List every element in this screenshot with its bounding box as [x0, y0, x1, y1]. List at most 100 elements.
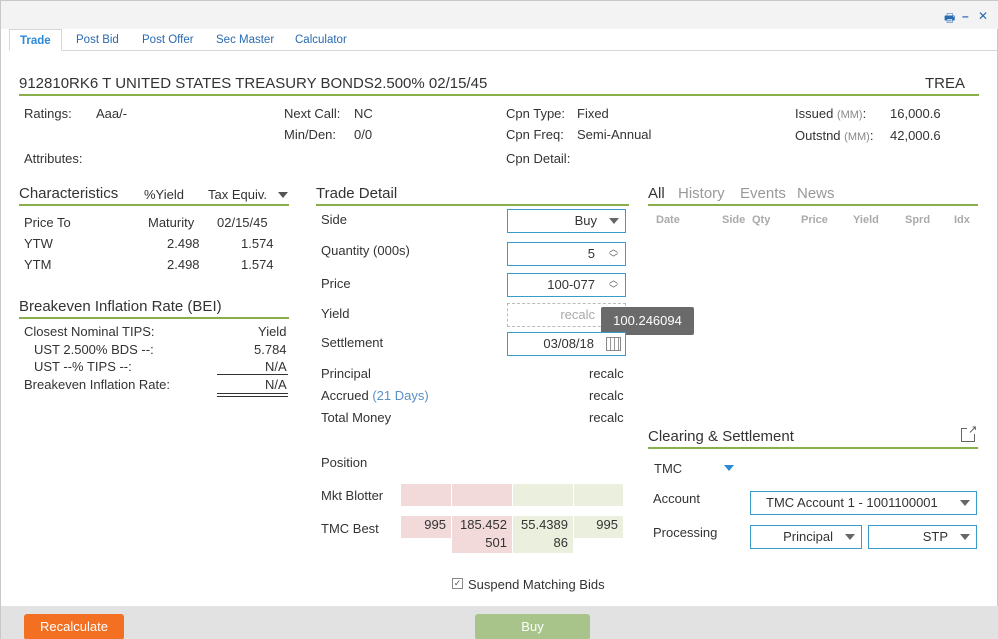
- cpn-type-label: Cpn Type:: [506, 106, 566, 121]
- side-select[interactable]: Buy: [507, 209, 626, 233]
- ratings-label: Ratings:: [24, 106, 72, 121]
- col-date[interactable]: Date: [656, 214, 680, 226]
- ytw-yield: 2.498: [167, 236, 200, 251]
- clearing-underline: [648, 447, 978, 449]
- tab-post-bid[interactable]: Post Bid: [66, 29, 129, 51]
- ytm-label: YTM: [24, 257, 52, 272]
- clearing-firm[interactable]: TMC: [654, 461, 682, 476]
- tmc-best-bid-price-l2: 501: [485, 535, 507, 550]
- blotter-ask-size[interactable]: [574, 484, 623, 506]
- min-den-label: Min/Den:: [284, 127, 337, 142]
- chevron-down-icon[interactable]: [724, 465, 734, 471]
- col-side[interactable]: Side: [722, 214, 745, 226]
- tmc-best-bid-size[interactable]: 995: [401, 516, 451, 538]
- account-select[interactable]: TMC Account 1 - 1001100001: [750, 491, 977, 515]
- blotter-bid-size[interactable]: [401, 484, 451, 506]
- processing-select-2[interactable]: STP: [868, 525, 977, 549]
- position-label: Position: [321, 455, 368, 470]
- chevron-down-icon: [609, 218, 619, 224]
- next-call-value: NC: [354, 106, 373, 121]
- tab-bar: Trade Post Bid Post Offer Sec Master Cal…: [9, 29, 997, 51]
- settlement-label: Settlement: [321, 335, 384, 350]
- history-tab-events[interactable]: Events: [740, 185, 786, 202]
- price-label: Price: [321, 276, 351, 291]
- chevron-down-icon: [845, 534, 855, 540]
- bei-underline: [19, 317, 289, 319]
- cpn-freq-value: Semi-Annual: [577, 127, 652, 142]
- recalculate-button[interactable]: Recalculate: [24, 614, 124, 639]
- history-tab-news[interactable]: News: [797, 185, 835, 202]
- buy-button[interactable]: Buy: [475, 614, 590, 639]
- security-type: TREA: [924, 75, 965, 92]
- characteristics-title: Characteristics: [19, 185, 119, 202]
- attributes-label: Attributes:: [24, 151, 83, 166]
- col-price[interactable]: Price: [801, 214, 828, 226]
- yield-placeholder: recalc: [560, 307, 595, 322]
- tmc-best-bid-price[interactable]: 185.452 501: [452, 516, 512, 553]
- processing-value-1: Principal: [783, 529, 833, 544]
- print-icon[interactable]: 🖶: [944, 9, 955, 30]
- price-input[interactable]: 100-077 ︿ ﹀: [507, 273, 626, 297]
- tab-post-offer[interactable]: Post Offer: [132, 29, 204, 51]
- tab-calculator[interactable]: Calculator: [285, 29, 357, 51]
- history-tab-all[interactable]: All: [648, 185, 665, 202]
- blotter-ask-price[interactable]: [513, 484, 573, 506]
- bei-title: Breakeven Inflation Rate (BEI): [19, 298, 222, 315]
- tmc-best-ask-price[interactable]: 55.4389 86: [513, 516, 573, 553]
- calendar-icon[interactable]: [606, 337, 621, 351]
- outstnd-colon: :: [869, 128, 874, 143]
- ytm-tax: 1.574: [241, 257, 274, 272]
- suspend-checkbox[interactable]: ✓: [452, 578, 463, 589]
- total-line-2: [217, 396, 288, 397]
- col-qty[interactable]: Qty: [752, 214, 770, 226]
- account-value: TMC Account 1 - 1001100001: [766, 495, 938, 510]
- closest-nominal-label: Closest Nominal TIPS:: [24, 324, 155, 339]
- ber-label: Breakeven Inflation Rate:: [24, 377, 170, 392]
- external-link-arrow: ↗: [968, 424, 978, 436]
- trade-window: 🖶 – ✕ Trade Post Bid Post Offer Sec Mast…: [0, 0, 998, 639]
- quantity-stepper[interactable]: 5 ︿ ﹀: [507, 242, 626, 266]
- trade-detail-underline: [316, 204, 629, 206]
- spinner-icon[interactable]: ︿ ﹀: [609, 245, 621, 263]
- external-link-icon[interactable]: ↗: [961, 424, 978, 442]
- col-yield[interactable]: Yield: [853, 214, 879, 226]
- total-line-1: [217, 393, 288, 394]
- col-sprd[interactable]: Sprd: [905, 214, 930, 226]
- ust-tips-value: N/A: [265, 359, 287, 374]
- blotter-bid-price[interactable]: [452, 484, 512, 506]
- ytw-tax: 1.574: [241, 236, 274, 251]
- tmc-best-ask-price-l2: 86: [553, 535, 568, 550]
- processing-select-1[interactable]: Principal: [750, 525, 862, 549]
- suspend-label[interactable]: Suspend Matching Bids: [468, 577, 605, 592]
- history-tab-history[interactable]: History: [678, 185, 725, 202]
- ratings-value: Aaa/-: [96, 106, 128, 121]
- col-idx[interactable]: Idx: [954, 214, 970, 226]
- settlement-value: 03/08/18: [543, 336, 594, 351]
- settlement-date-input[interactable]: 03/08/18: [507, 332, 626, 356]
- chevron-down-icon[interactable]: [278, 192, 288, 198]
- chevron-down-icon: [960, 534, 970, 540]
- quantity-value: 5: [587, 246, 595, 261]
- close-icon[interactable]: ✕: [978, 9, 988, 23]
- accrued-label-text: Accrued: [321, 388, 369, 403]
- chevron-down-icon: [960, 500, 970, 506]
- outstnd-unit: (MM): [844, 131, 870, 143]
- tmc-best-ask-size[interactable]: 995: [574, 516, 623, 538]
- tab-trade[interactable]: Trade: [9, 29, 62, 51]
- tab-sec-master[interactable]: Sec Master: [206, 29, 284, 51]
- security-title: 912810RK6 T UNITED STATES TREASURY BONDS…: [19, 75, 488, 92]
- outstnd-label: Outstnd (MM):: [795, 128, 873, 143]
- spinner-icon[interactable]: ︿ ﹀: [609, 276, 621, 294]
- principal-label: Principal: [321, 366, 371, 381]
- side-value: Buy: [574, 213, 597, 228]
- issued-unit: (MM): [836, 109, 863, 121]
- processing-value-2: STP: [922, 529, 948, 544]
- price-to-maturity: Maturity: [148, 215, 195, 230]
- tmc-best-label: TMC Best: [321, 521, 379, 536]
- window-titlebar: 🖶 – ✕: [1, 1, 998, 29]
- issued-label: Issued (MM):: [795, 106, 866, 121]
- processing-label: Processing: [653, 525, 718, 540]
- issued-colon: :: [862, 106, 867, 121]
- yield-label: Yield: [321, 306, 350, 321]
- minimize-icon[interactable]: –: [962, 9, 969, 23]
